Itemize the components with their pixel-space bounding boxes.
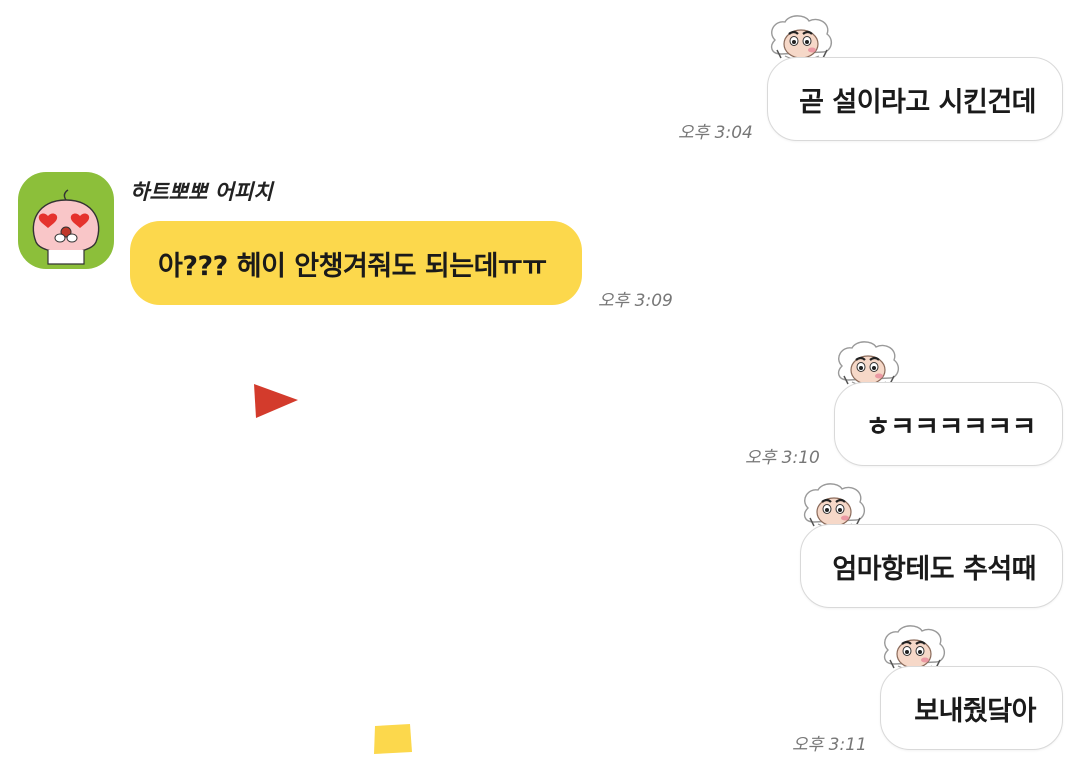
message-text: ㅎㅋㅋㅋㅋㅋㅋ	[865, 411, 1037, 443]
message-bubble-outgoing[interactable]: ㅎㅋㅋㅋㅋㅋㅋ	[834, 382, 1063, 466]
red-triangle-mark-icon	[254, 384, 298, 418]
message-timestamp: 오후 3:09	[598, 291, 673, 311]
sender-name: 하트뽀뽀 어피치	[130, 180, 273, 204]
message-bubble-outgoing[interactable]: 엄마항테도 추석때	[800, 524, 1063, 608]
apeach-heart-eyes-icon	[32, 189, 100, 265]
message-text: 엄마항테도 추석때	[832, 553, 1036, 585]
yellow-square-mark-icon	[374, 724, 412, 754]
message-bubble-outgoing[interactable]: 곧 설이라고 시킨건데	[767, 57, 1063, 141]
message-text: 보내줬닼아	[914, 695, 1036, 727]
message-bubble-outgoing[interactable]: 보내줬닼아	[880, 666, 1063, 750]
message-timestamp: 오후 3:11	[792, 735, 867, 755]
message-timestamp: 오후 3:10	[745, 448, 820, 468]
message-timestamp: 오후 3:04	[678, 123, 753, 143]
message-bubble-incoming[interactable]: 아??? 헤이 안챙겨줘도 되는데ㅠㅠ	[130, 221, 582, 305]
message-text: 아??? 헤이 안챙겨줘도 되는데ㅠㅠ	[158, 250, 547, 282]
message-text: 곧 설이라고 시킨건데	[799, 86, 1036, 118]
sender-avatar[interactable]	[18, 172, 114, 269]
